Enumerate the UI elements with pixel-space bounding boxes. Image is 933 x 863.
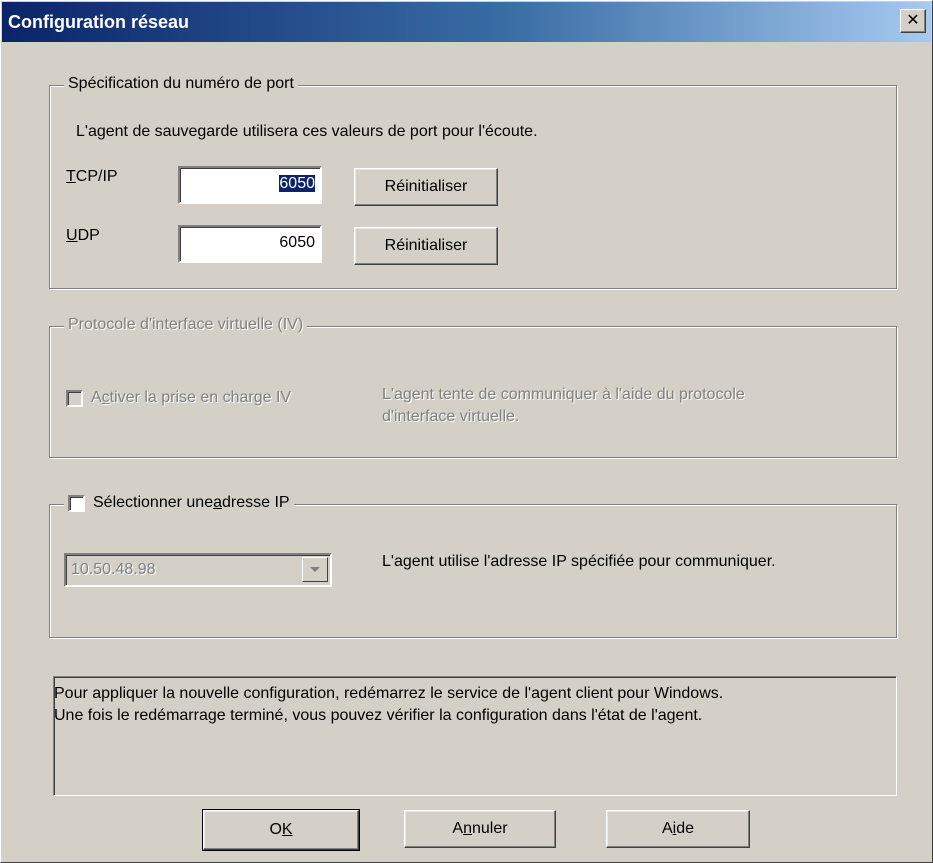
- tcp-label-rest: CP/IP: [75, 168, 118, 185]
- ok-label-pre: O: [269, 821, 282, 838]
- tcp-reset-label: Réinitialiser: [384, 178, 468, 195]
- iv-checkbox-mnemonic: c: [101, 389, 110, 406]
- ip-description: L'agent utilise l'adresse IP spécifiée p…: [382, 553, 776, 570]
- cancel-label-pre: A: [452, 820, 464, 837]
- ip-checkbox-post: dresse IP: [222, 494, 290, 511]
- udp-port-input[interactable]: 6050: [178, 225, 322, 263]
- iv-group-legend: Protocole d'interface virtuelle (IV): [64, 316, 308, 334]
- ip-checkbox-pre: Sélectionner une: [93, 494, 214, 511]
- ok-label-mnemonic: K: [281, 821, 293, 838]
- ok-button[interactable]: OK: [202, 809, 360, 851]
- window-title: Configuration réseau: [8, 12, 190, 32]
- dropdown-arrow: [302, 557, 328, 582]
- udp-reset-label: Réinitialiser: [384, 237, 468, 254]
- port-group: Spécification du numéro de port L'agent …: [49, 75, 897, 289]
- cancel-label-post: nuler: [472, 820, 508, 837]
- cancel-label-mnemonic: n: [463, 820, 472, 837]
- iv-checkbox-box: [66, 389, 83, 407]
- info-line2: Une fois le redémarrage terminé, vous po…: [54, 707, 703, 724]
- tcp-port-value: 6050: [279, 175, 315, 192]
- iv-description-line2: d'interface virtuelle.: [382, 408, 520, 425]
- title-bar[interactable]: Configuration réseau ✕: [2, 2, 931, 42]
- iv-group-legend-text: Protocole d'interface virtuelle (IV): [68, 316, 304, 333]
- ip-address-dropdown: 10.50.48.98: [64, 553, 332, 587]
- close-button[interactable]: ✕: [900, 9, 926, 33]
- tcp-port-input[interactable]: 6050: [178, 166, 322, 204]
- info-box: Pour appliquer la nouvelle configuration…: [53, 676, 897, 796]
- udp-label-mnemonic: U: [66, 227, 78, 244]
- help-label-pre: A: [661, 820, 673, 837]
- ip-address-value: 10.50.48.98: [71, 561, 156, 578]
- cancel-button[interactable]: An nuler: [404, 810, 556, 848]
- port-group-legend-text: Spécification du numéro de port: [68, 75, 294, 92]
- iv-description-line1: L'agent tente de communiquer à l'aide du…: [382, 386, 745, 403]
- close-icon: ✕: [906, 12, 920, 29]
- tcp-label-mnemonic: T: [66, 168, 76, 185]
- port-description: L'agent de sauvegarde utilisera ces vale…: [76, 123, 538, 140]
- udp-label-rest: DP: [77, 227, 100, 244]
- ip-checkbox-box[interactable]: [68, 494, 85, 512]
- ip-group: Sélectionner une a dresse IP 10.50.48.98 …: [49, 494, 897, 638]
- ip-select-checkbox[interactable]: Sélectionner une a dresse IP: [64, 494, 294, 512]
- udp-reset-button[interactable]: Réinitialiser: [354, 227, 498, 265]
- iv-group: Protocole d'interface virtuelle (IV) Act…: [49, 316, 897, 458]
- info-line1: Pour appliquer la nouvelle configuration…: [54, 685, 724, 702]
- help-label-post: de: [676, 820, 695, 837]
- iv-checkbox-post: tiver la prise en charge IV: [109, 389, 292, 406]
- udp-label: UDP: [66, 227, 100, 245]
- help-button[interactable]: Ai de: [606, 810, 750, 848]
- udp-port-value: 6050: [279, 234, 315, 251]
- port-group-legend: Spécification du numéro de port: [64, 75, 298, 93]
- iv-checkbox-pre: A: [91, 389, 102, 406]
- tcp-reset-button[interactable]: Réinitialiser: [354, 168, 498, 206]
- ip-checkbox-mnemonic: a: [213, 494, 222, 511]
- network-config-dialog: Configuration réseau ✕ Spécification du …: [0, 0, 933, 863]
- tcp-label: TCP/IP: [66, 168, 118, 186]
- chevron-down-icon: [310, 566, 320, 572]
- iv-support-checkbox: Ac tiver la prise en charge IV: [66, 389, 291, 407]
